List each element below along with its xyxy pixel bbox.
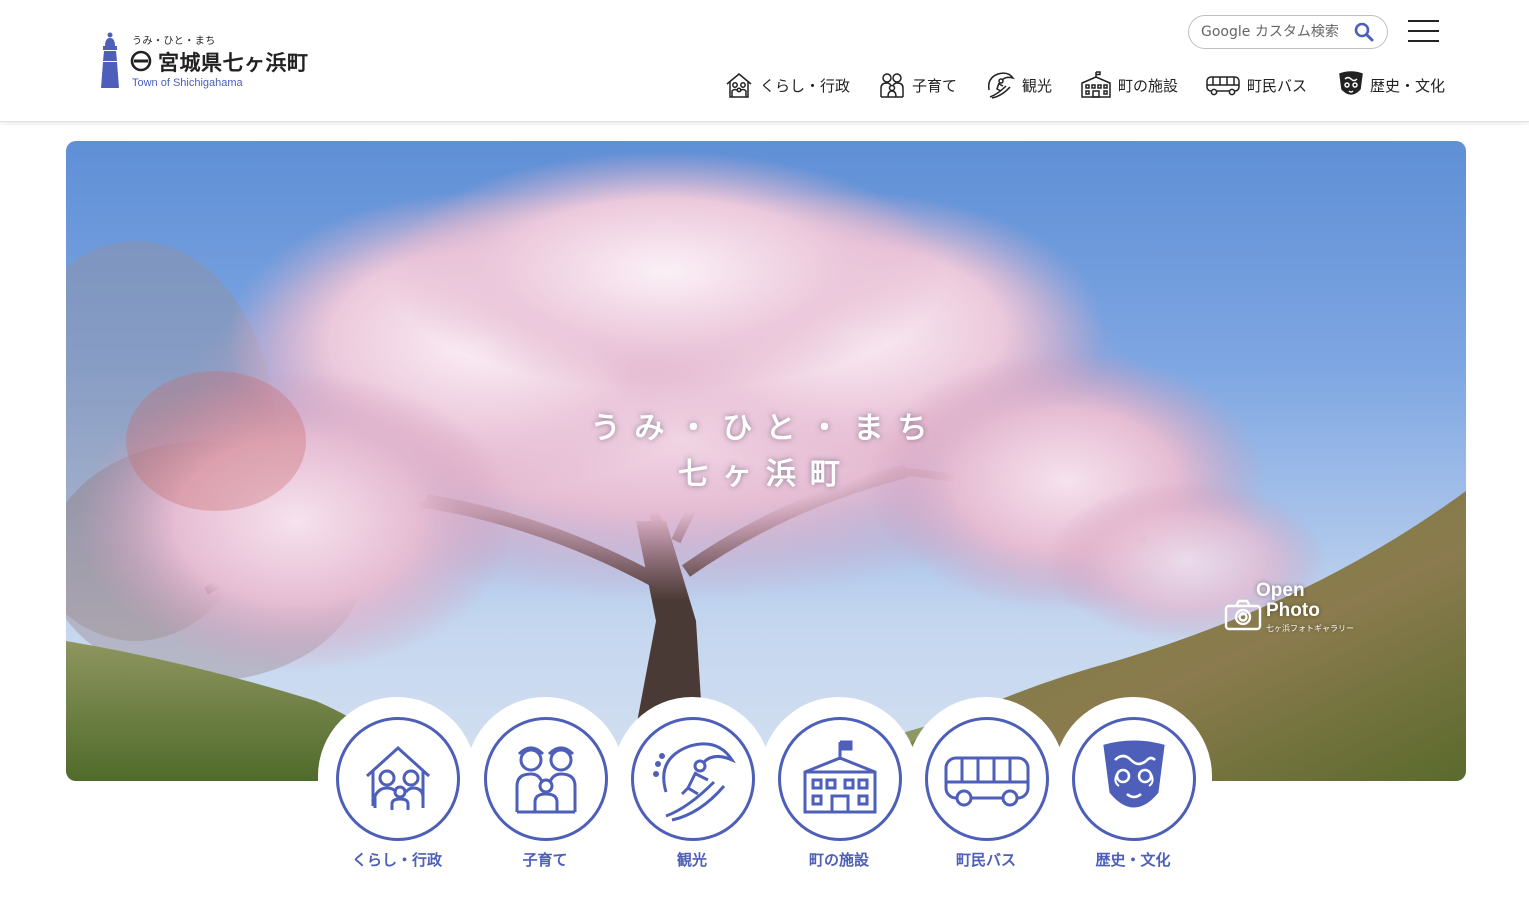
town-emblem-icon [130, 50, 152, 72]
category-tourism-button[interactable]: 観光 [613, 697, 771, 887]
nav-item-tourism[interactable]: 観光 [984, 66, 1052, 104]
nav-item-bus[interactable]: 町民バス [1205, 66, 1307, 104]
search-button[interactable] [1353, 21, 1375, 43]
building-icon [1081, 71, 1111, 98]
category-icon-ring [484, 717, 608, 841]
search-box [1188, 15, 1388, 49]
category-label: 歴史・文化 [1095, 851, 1171, 869]
bus-icon [944, 756, 1030, 807]
nav-item-facilities[interactable]: 町の施設 [1080, 66, 1178, 104]
category-icon-ring [778, 717, 902, 841]
nav-item-label: 歴史・文化 [1370, 76, 1446, 95]
site-header: うみ・ひと・まち 宮城県七ヶ浜町 Town of Shichigahama くら… [0, 0, 1529, 122]
logo-town-name: 宮城県七ヶ浜町 [158, 51, 309, 75]
open-photo-line1: Open [1256, 580, 1305, 601]
category-facilities-button[interactable]: 町の施設 [760, 697, 918, 887]
surfer-icon [987, 72, 1015, 99]
nav-item-childcare[interactable]: 子育て [878, 66, 957, 104]
category-icon-ring [1072, 717, 1196, 841]
category-icon-ring [631, 717, 755, 841]
search-input[interactable] [1201, 21, 1351, 43]
category-life-admin-button[interactable]: くらし・行政 [318, 697, 476, 887]
house-family-icon [365, 745, 431, 810]
hero-slideshow[interactable]: うみ・ひと・まち 七ヶ浜町 Open Photo 七ヶ浜フォトギャラリー [66, 141, 1466, 781]
search-icon [1354, 22, 1374, 42]
logo-tagline: うみ・ひと・まち [132, 36, 216, 47]
camera-icon [1224, 599, 1262, 631]
open-photo-line2: Photo [1266, 600, 1320, 621]
nav-item-label: 観光 [1022, 76, 1053, 95]
nav-item-label: 子育て [912, 76, 958, 95]
site-logo[interactable]: うみ・ひと・まち 宮城県七ヶ浜町 Town of Shichigahama [96, 30, 336, 94]
hamburger-line [1408, 20, 1439, 22]
nav-item-history-culture[interactable]: 歴史・文化 [1338, 66, 1445, 104]
house-family-icon [726, 73, 752, 98]
open-photo-gallery-link[interactable]: Open Photo 七ヶ浜フォトギャラリー [1224, 581, 1374, 637]
parent-child-icon [515, 746, 577, 814]
nav-item-label: 町民バス [1247, 76, 1308, 95]
hero-tagline: うみ・ひと・まち [590, 411, 942, 446]
logo-english-name: Town of Shichigahama [132, 77, 243, 89]
surfer-icon [653, 742, 736, 822]
category-label: 観光 [676, 851, 707, 869]
nav-item-label: 町の施設 [1118, 76, 1179, 95]
category-bus-button[interactable]: 町民バス [907, 697, 1065, 887]
category-history-culture-button[interactable]: 歴史・文化 [1054, 697, 1212, 887]
crest-icon [1339, 71, 1363, 95]
nav-item-label: くらし・行政 [760, 76, 851, 95]
hero-town-name: 七ヶ浜町 [678, 457, 854, 492]
category-label: 町の施設 [808, 851, 869, 869]
category-childcare-button[interactable]: 子育て [466, 697, 624, 887]
building-icon [803, 740, 877, 814]
parent-child-icon [880, 73, 904, 98]
nav-item-life-admin[interactable]: くらし・行政 [724, 66, 850, 104]
bus-icon [1206, 76, 1240, 96]
category-label: くらし・行政 [351, 851, 442, 869]
crest-icon [1103, 740, 1165, 808]
category-label: 町民バス [955, 851, 1016, 869]
lighthouse-logo-icon [101, 32, 119, 88]
category-icon-ring [336, 717, 460, 841]
open-photo-subtitle: 七ヶ浜フォトギャラリー [1266, 624, 1354, 633]
category-icon-ring [925, 717, 1049, 841]
category-label: 子育て [522, 851, 568, 869]
hamburger-line [1408, 30, 1439, 32]
hamburger-line [1408, 40, 1439, 42]
hamburger-menu-button[interactable] [1408, 20, 1440, 44]
